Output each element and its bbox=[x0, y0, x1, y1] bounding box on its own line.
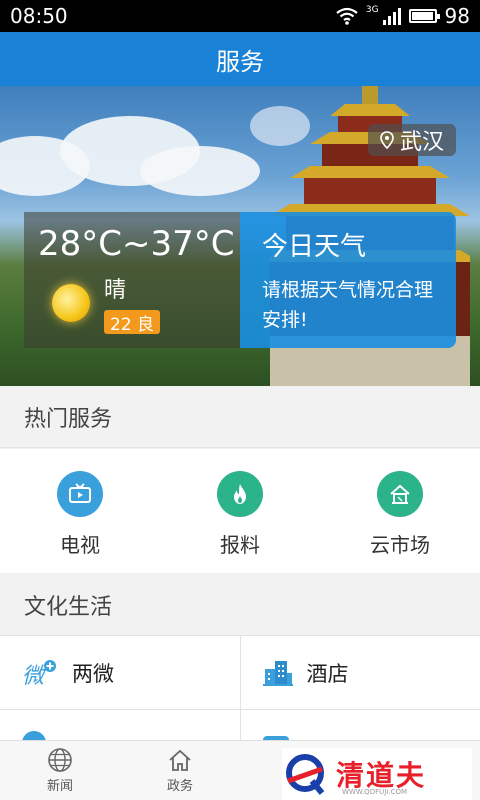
watermark-logo: 清道夫 WWW.QDFUJI.COM bbox=[282, 748, 472, 800]
page-title: 服务 bbox=[216, 47, 264, 76]
battery-level: 98 bbox=[444, 4, 470, 28]
location-pin-icon bbox=[380, 131, 394, 149]
section-title: 热门服务 bbox=[24, 406, 113, 432]
culture-header: 文化生活 bbox=[0, 574, 480, 636]
nav-label: 政务 bbox=[166, 779, 193, 794]
culture-grid: 微 两微 酒店 bbox=[0, 636, 480, 740]
nav-item-government[interactable]: 政务 bbox=[120, 741, 240, 800]
status-icons: 3G 98 bbox=[336, 4, 470, 28]
battery-icon bbox=[408, 9, 440, 23]
nav-item-news[interactable]: 新闻 bbox=[0, 741, 120, 800]
signal-icon bbox=[382, 7, 401, 25]
aqi-badge: 22 良 bbox=[104, 310, 161, 335]
location-label: 武汉 bbox=[399, 130, 444, 155]
status-time: 08:50 bbox=[10, 4, 68, 28]
culture-label: 两微 bbox=[72, 661, 114, 686]
tv-icon bbox=[57, 471, 103, 517]
hotel-icon bbox=[262, 659, 293, 687]
nav-label: 新闻 bbox=[46, 779, 73, 794]
home-icon bbox=[169, 749, 191, 771]
culture-item-partial[interactable] bbox=[239, 710, 480, 740]
temperature-range: 28°C~37°C bbox=[38, 224, 235, 264]
section-title: 文化生活 bbox=[24, 594, 113, 620]
network-type: 3G bbox=[365, 5, 379, 15]
weather-tip-title: 今日天气 bbox=[262, 232, 367, 262]
weather-card[interactable]: 28°C~37°C 晴 22 良 bbox=[24, 212, 240, 348]
sunny-icon bbox=[52, 284, 90, 322]
culture-item-liangwei[interactable]: 微 两微 bbox=[0, 636, 240, 709]
hot-services-header: 热门服务 bbox=[0, 386, 480, 448]
wifi-icon bbox=[336, 7, 358, 25]
weather-condition: 晴 bbox=[104, 278, 127, 303]
service-label: 云市场 bbox=[370, 533, 430, 557]
service-label: 报料 bbox=[220, 533, 260, 557]
market-icon bbox=[377, 471, 423, 517]
watermark-q-icon bbox=[286, 754, 325, 795]
service-label: 电视 bbox=[60, 533, 100, 557]
cloud-decoration bbox=[140, 146, 260, 196]
fire-icon bbox=[217, 471, 263, 517]
weather-tip-text: 请根据天气情况合理安排! bbox=[262, 279, 434, 331]
location-selector[interactable]: 武汉 bbox=[367, 124, 456, 156]
culture-item-partial[interactable] bbox=[0, 710, 240, 740]
service-cloud-market[interactable]: 云市场 bbox=[320, 449, 480, 573]
svg-text:微: 微 bbox=[22, 664, 47, 687]
weather-tip-card[interactable]: 今日天气 请根据天气情况合理安排! bbox=[240, 212, 456, 348]
weibo-weixin-icon: 微 bbox=[22, 659, 58, 687]
service-tv[interactable]: 电视 bbox=[0, 449, 160, 573]
list-icon-partial bbox=[22, 731, 46, 740]
globe-icon bbox=[48, 748, 72, 772]
culture-item-hotel[interactable]: 酒店 bbox=[239, 636, 480, 709]
watermark-url: WWW.QDFUJI.COM bbox=[342, 788, 408, 796]
hot-services-grid: 电视 报料 云市场 bbox=[0, 449, 480, 573]
title-bar: 服务 bbox=[0, 32, 480, 86]
service-report[interactable]: 报料 bbox=[160, 449, 320, 573]
culture-label: 酒店 bbox=[306, 661, 349, 686]
status-bar: 08:50 3G 98 bbox=[0, 0, 480, 32]
weather-banner: 武汉 28°C~37°C 晴 22 良 今日天气 请根据天气情况合理安排! bbox=[0, 86, 480, 386]
